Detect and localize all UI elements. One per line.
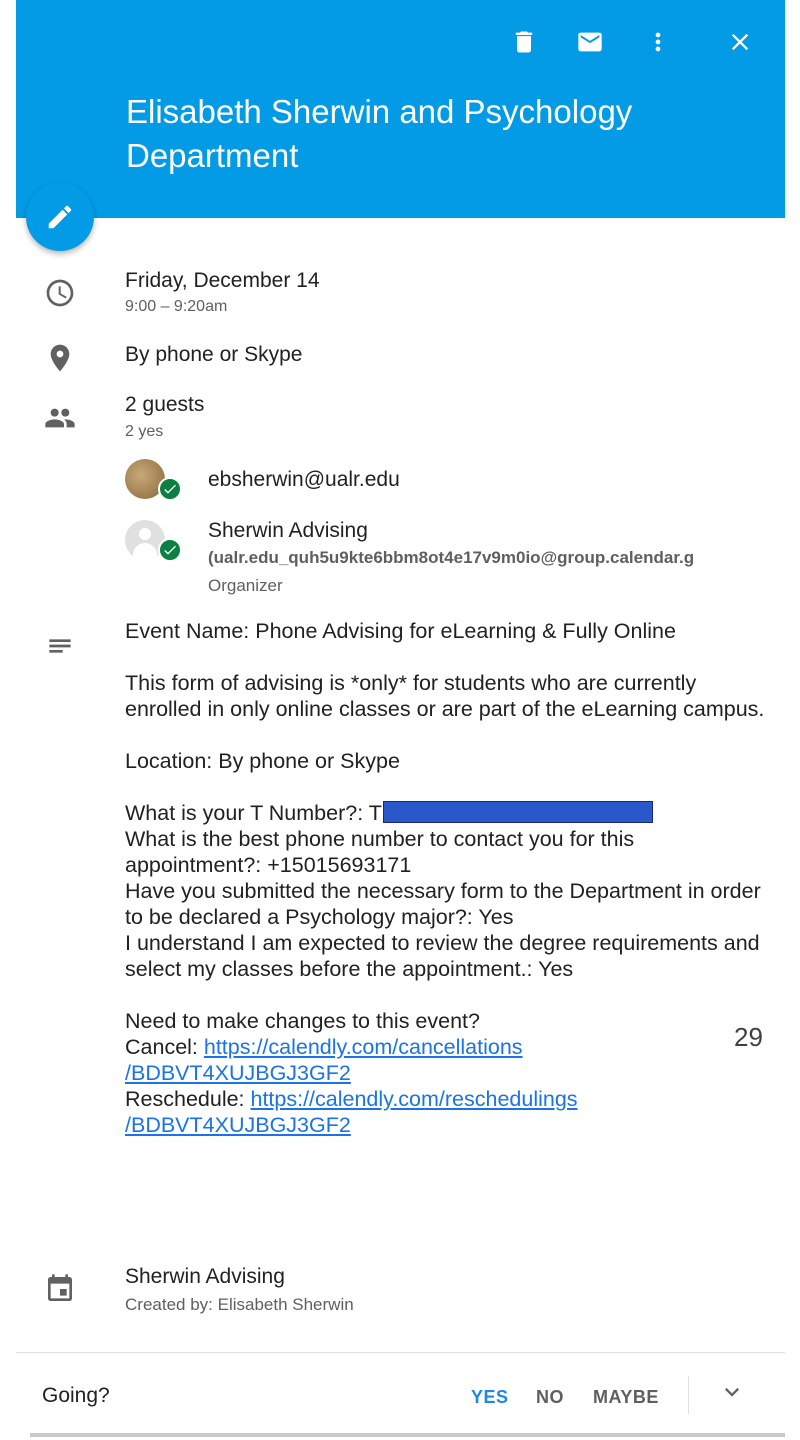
more-vert-icon[interactable] [640, 24, 676, 60]
accepted-check-icon [158, 477, 182, 501]
edit-icon [48, 205, 72, 229]
guests-summary: 2 yes [125, 423, 164, 440]
cancel-link-continued[interactable]: /BDBVT4XUJBGJ3GF2 [125, 1061, 351, 1085]
reschedule-label: Reschedule: [125, 1087, 251, 1111]
chevron-down-icon[interactable] [718, 1378, 746, 1406]
clock-icon [44, 277, 76, 309]
event-date: Friday, December 14 [125, 269, 320, 292]
mail-icon[interactable] [572, 24, 608, 60]
event-location: By phone or Skype [125, 343, 303, 366]
edit-button[interactable] [26, 183, 94, 251]
desc-changes: Need to make changes to this event? [125, 1009, 480, 1033]
people-icon [44, 402, 76, 434]
guest-detail: (ualr.edu_quh5u9kte6bbm8ot4e17v9m0io@gro… [208, 548, 695, 567]
desc-location: Location: By phone or Skype [125, 749, 400, 773]
bottom-edge [30, 1433, 785, 1437]
desc-cancel: Cancel: https://calendly.com/cancellatio… [125, 1034, 765, 1060]
desc-event-name: Event Name: Phone Advising for eLearning… [125, 619, 676, 643]
rsvp-maybe-button[interactable]: MAYBE [593, 1385, 659, 1409]
accepted-check-icon [158, 538, 182, 562]
reschedule-link-continued[interactable]: /BDBVT4XUJBGJ3GF2 [125, 1113, 351, 1137]
desc-understand: I understand I am expected to review the… [125, 931, 760, 981]
page-number: 29 [734, 1022, 763, 1052]
desc-t-number-question: What is your T Number?: T [125, 801, 382, 825]
calendar-icon [44, 1273, 76, 1305]
trash-icon[interactable] [506, 24, 542, 60]
desc-t-number: What is your T Number?: T [125, 800, 765, 826]
redaction-box [382, 801, 653, 823]
event-title: Elisabeth Sherwin and Psychology Departm… [126, 93, 633, 174]
close-icon[interactable] [722, 24, 758, 60]
desc-form: Have you submitted the necessary form to… [125, 879, 761, 929]
event-header: Elisabeth Sherwin and Psychology Departm… [16, 0, 785, 218]
rsvp-yes-button[interactable]: YES [471, 1385, 509, 1409]
cancel-link[interactable]: https://calendly.com/cancellations [204, 1035, 523, 1059]
description-icon [44, 630, 76, 662]
guest-name[interactable]: ebsherwin@ualr.edu [208, 467, 400, 493]
event-description: Event Name: Phone Advising for eLearning… [125, 618, 765, 1138]
created-by: Created by: Elisabeth Sherwin [125, 1295, 354, 1314]
calendar-name: Sherwin Advising [125, 1265, 285, 1288]
desc-reschedule: Reschedule: https://calendly.com/resched… [125, 1086, 765, 1112]
footer-separator [688, 1376, 689, 1414]
desc-intro: This form of advising is *only* for stud… [125, 671, 765, 721]
reschedule-link[interactable]: https://calendly.com/reschedulings [251, 1087, 578, 1111]
organizer-label: Organizer [208, 576, 283, 595]
desc-phone: What is the best phone number to contact… [125, 827, 635, 877]
guests-count: 2 guests [125, 393, 205, 416]
event-time: 9:00 – 9:20am [125, 298, 228, 315]
cancel-label: Cancel: [125, 1035, 204, 1059]
footer-divider [16, 1352, 785, 1353]
rsvp-no-button[interactable]: NO [536, 1385, 564, 1409]
location-pin-icon [44, 342, 76, 374]
guest-name[interactable]: Sherwin Advising [208, 518, 368, 544]
going-label: Going? [42, 1384, 110, 1407]
